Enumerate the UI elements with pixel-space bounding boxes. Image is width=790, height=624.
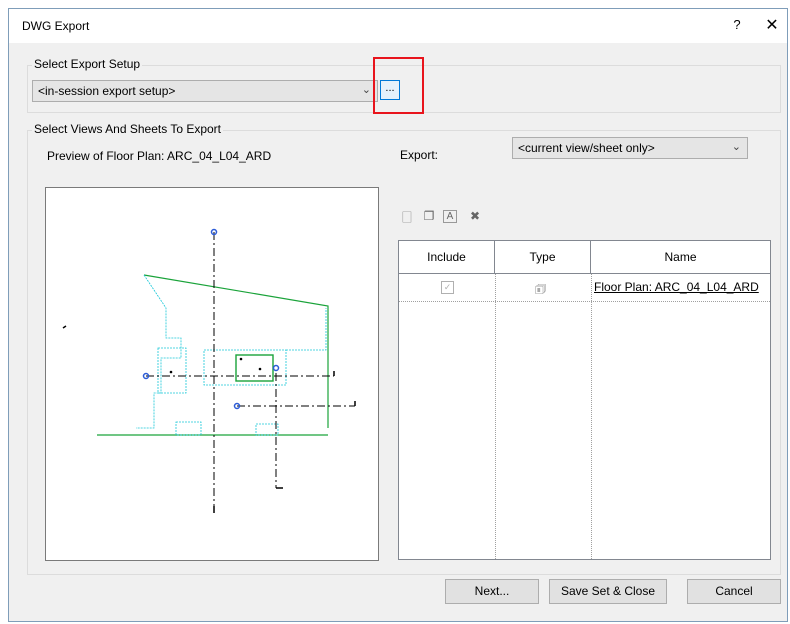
rename-set-icon[interactable]: A [443, 210, 457, 223]
chevron-down-icon: ⌄ [731, 141, 741, 153]
help-button[interactable]: ? [727, 17, 747, 35]
column-header-name[interactable]: Name [591, 241, 770, 274]
plan-dot [169, 370, 173, 374]
new-set-icon[interactable]: 🗌 [399, 209, 415, 225]
chevron-down-icon: ⌄ [361, 84, 371, 96]
title-bar: DWG Export ? ✕ [9, 9, 787, 43]
room-outline [157, 347, 187, 394]
views-group-label: Select Views And Sheets To Export [32, 122, 224, 136]
column-divider [495, 274, 496, 559]
plan-dot [258, 367, 262, 371]
next-button[interactable]: Next... [445, 579, 539, 604]
export-setup-value: <in-session export setup> [38, 84, 176, 98]
view-name[interactable]: Floor Plan: ARC_04_L04_ARD [594, 280, 759, 294]
grid-end [62, 325, 67, 329]
floor-plan-preview [45, 187, 379, 561]
column-divider [591, 274, 592, 559]
wall-line [143, 274, 329, 428]
table-row[interactable]: ✓ 🗊 Floor Plan: ARC_04_L04_ARD [399, 275, 770, 302]
views-table: Include Type Name ✓ 🗊 Floor Plan: ARC_04… [398, 240, 771, 560]
export-setup-label: Select Export Setup [32, 57, 143, 71]
highlight-box [373, 57, 424, 114]
export-setup-select[interactable]: <in-session export setup> ⌄ [32, 80, 378, 102]
include-checkbox[interactable]: ✓ [441, 281, 454, 294]
export-range-value: <current view/sheet only> [518, 141, 655, 155]
plan-dot [239, 357, 243, 361]
dwg-export-dialog: DWG Export ? ✕ Select Export Setup <in-s… [8, 8, 788, 622]
room-outline [175, 421, 202, 436]
preview-caption: Preview of Floor Plan: ARC_04_L04_ARD [47, 149, 272, 163]
column-header-type[interactable]: Type [495, 241, 591, 274]
grid-bubble [272, 364, 280, 372]
room-outline [136, 274, 182, 429]
save-set-close-button[interactable]: Save Set & Close [549, 579, 667, 604]
floor-plan-view-icon: 🗊 [535, 282, 547, 296]
room-outline [286, 308, 327, 351]
dialog-title: DWG Export [22, 19, 90, 33]
cancel-button[interactable]: Cancel [687, 579, 781, 604]
close-button[interactable]: ✕ [761, 15, 783, 37]
floor-plan-drawing [62, 228, 356, 513]
delete-set-icon[interactable]: ✖ [467, 209, 483, 225]
export-label: Export: [400, 148, 439, 162]
duplicate-set-icon[interactable]: ❐ [421, 209, 437, 225]
room-outline [255, 423, 279, 436]
export-range-select[interactable]: <current view/sheet only> ⌄ [512, 137, 748, 159]
column-header-include[interactable]: Include [399, 241, 495, 274]
